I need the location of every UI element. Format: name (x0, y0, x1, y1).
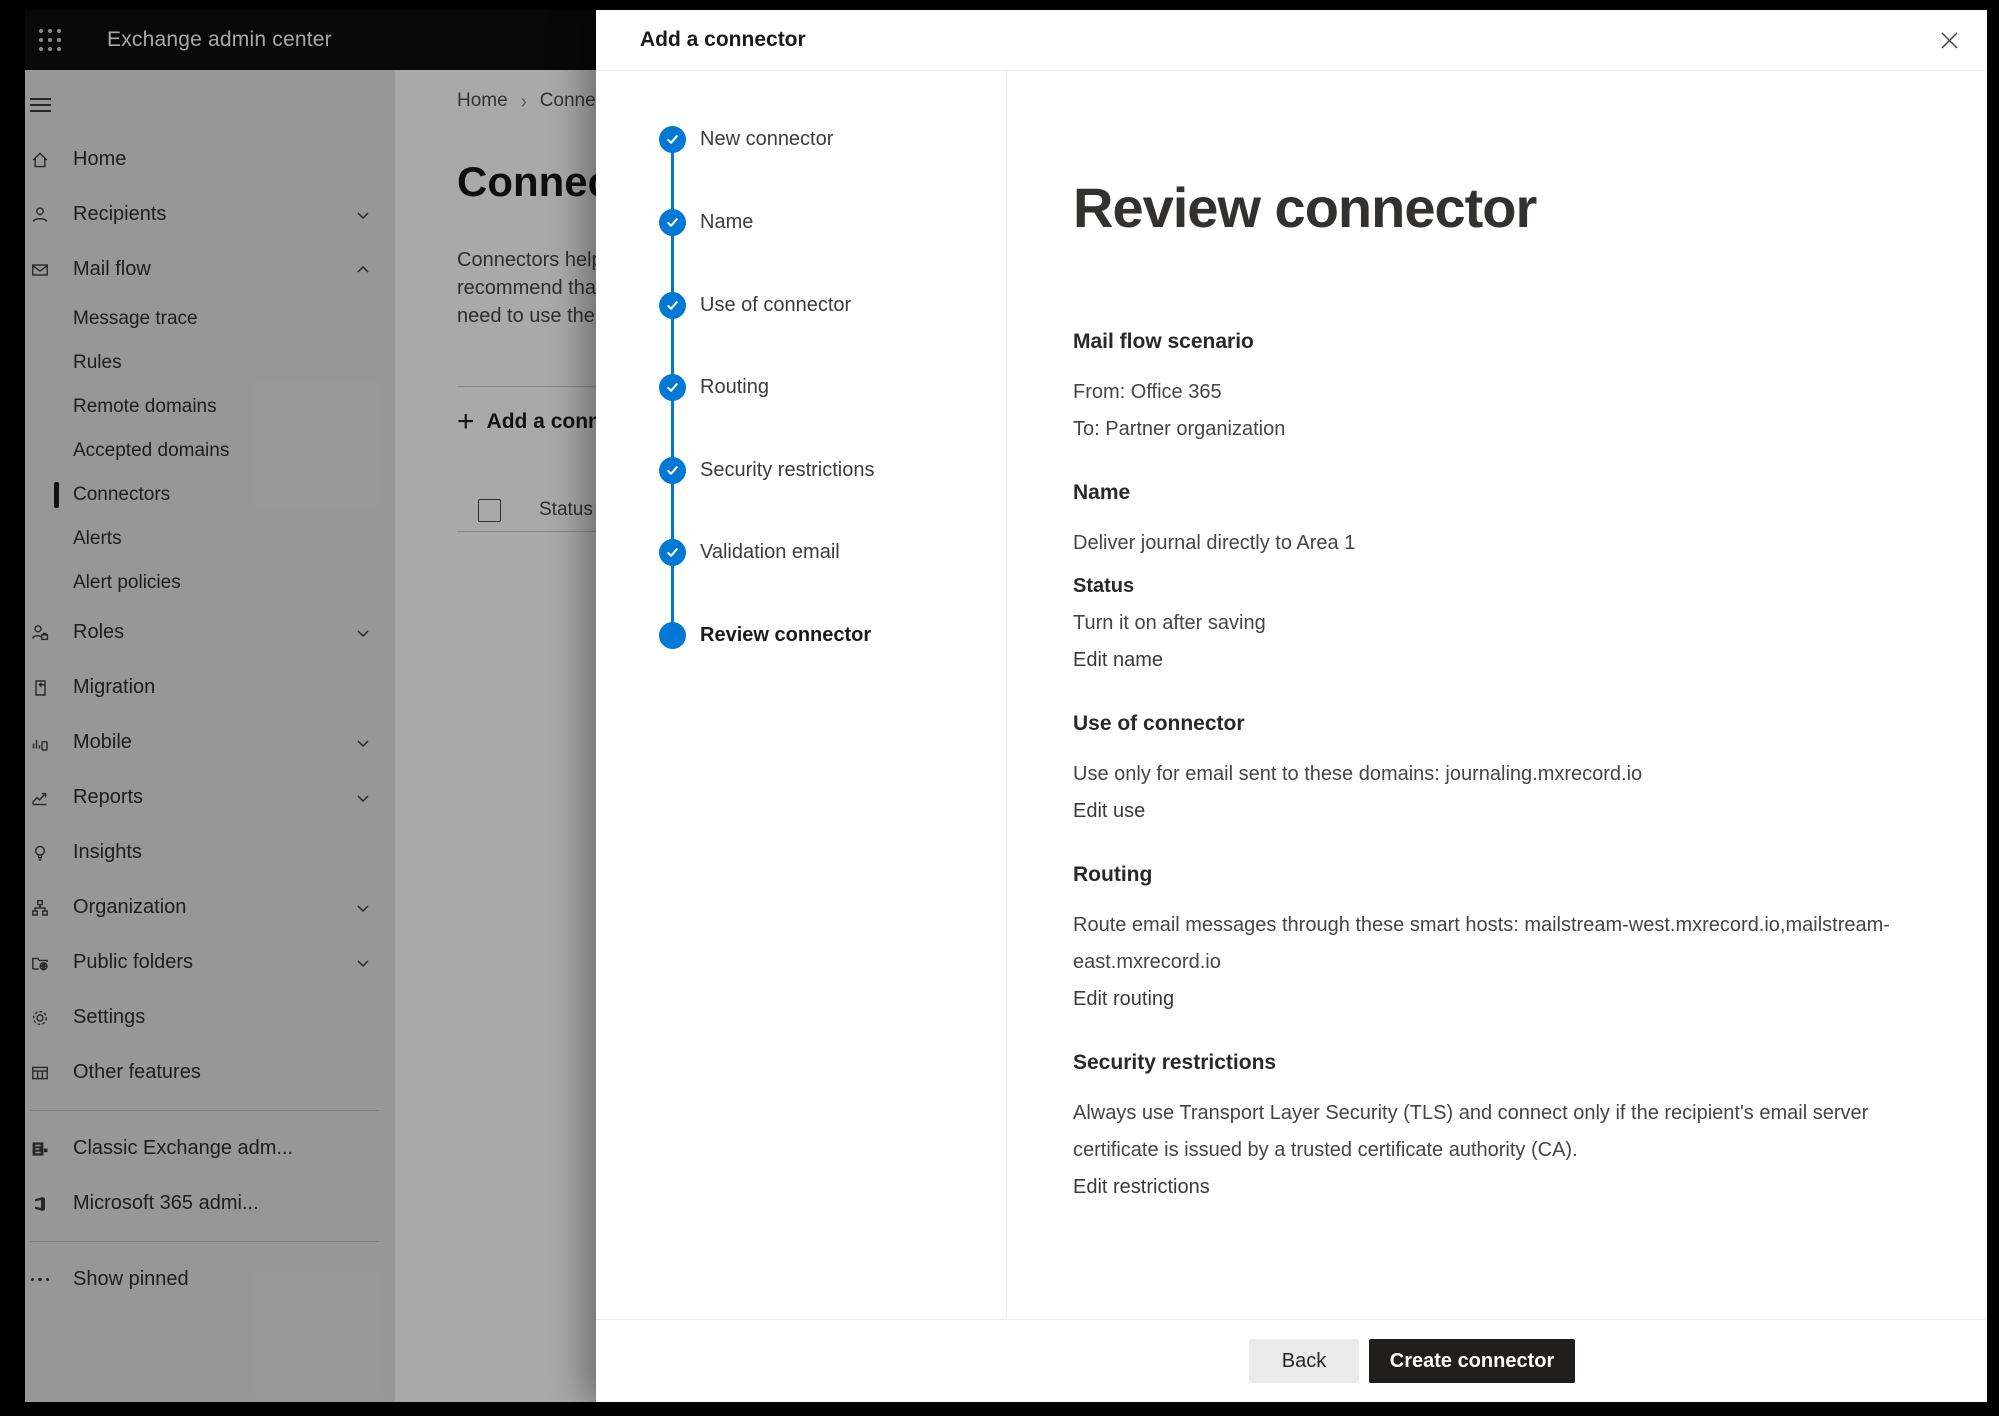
step-security-restrictions[interactable]: Security restrictions (659, 457, 875, 484)
back-button[interactable]: Back (1249, 1339, 1359, 1383)
step-complete-icon (659, 126, 686, 153)
create-connector-button[interactable]: Create connector (1369, 1339, 1575, 1383)
edit-name-link[interactable]: Edit name (1073, 642, 1163, 679)
app-window: Exchange admin center Home Recipients Ma… (25, 10, 1987, 1402)
use-value: Use only for email sent to these domains… (1073, 756, 1943, 793)
mail-flow-from: From: Office 365 (1073, 374, 1943, 411)
review-connector-content: Review connector Mail flow scenario From… (1007, 71, 1987, 1319)
step-complete-icon (659, 209, 686, 236)
mail-flow-to: To: Partner organization (1073, 411, 1943, 448)
panel-footer: Back Create connector (596, 1319, 1987, 1402)
mail-flow-scenario-section: Mail flow scenario From: Office 365 To: … (1073, 328, 1943, 448)
review-heading: Review connector (1073, 175, 1947, 240)
add-connector-panel: Add a connector New connector Name (596, 10, 1987, 1402)
routing-value: Route email messages through these smart… (1073, 907, 1943, 981)
close-button[interactable] (1933, 24, 1965, 56)
section-title: Routing (1073, 861, 1943, 889)
step-review-connector[interactable]: Review connector (659, 622, 871, 649)
edit-restrictions-link[interactable]: Edit restrictions (1073, 1169, 1210, 1206)
step-routing[interactable]: Routing (659, 374, 769, 401)
section-title: Use of connector (1073, 710, 1943, 738)
security-value: Always use Transport Layer Security (TLS… (1073, 1095, 1943, 1169)
section-title: Name (1073, 479, 1943, 507)
step-complete-icon (659, 292, 686, 319)
wizard-stepper: New connector Name Use of connector Rout… (596, 71, 1007, 1319)
edit-use-link[interactable]: Edit use (1073, 793, 1145, 830)
panel-header: Add a connector (596, 10, 1987, 71)
connector-name-value: Deliver journal directly to Area 1 (1073, 525, 1943, 562)
section-title: Mail flow scenario (1073, 328, 1943, 356)
step-new-connector[interactable]: New connector (659, 126, 833, 153)
step-complete-icon (659, 539, 686, 566)
step-validation-email[interactable]: Validation email (659, 539, 840, 566)
status-subtitle: Status (1073, 568, 1943, 605)
name-section: Name Deliver journal directly to Area 1 … (1073, 479, 1943, 679)
step-use-of-connector[interactable]: Use of connector (659, 292, 851, 319)
step-current-icon (659, 622, 686, 649)
security-restrictions-section: Security restrictions Always use Transpo… (1073, 1049, 1943, 1206)
panel-title: Add a connector (640, 28, 806, 52)
step-complete-icon (659, 374, 686, 401)
close-icon (1940, 31, 1959, 50)
edit-routing-link[interactable]: Edit routing (1073, 981, 1174, 1018)
use-of-connector-section: Use of connector Use only for email sent… (1073, 710, 1943, 830)
status-value: Turn it on after saving (1073, 605, 1943, 642)
step-complete-icon (659, 457, 686, 484)
routing-section: Routing Route email messages through the… (1073, 861, 1943, 1018)
section-title: Security restrictions (1073, 1049, 1943, 1077)
step-name[interactable]: Name (659, 209, 753, 236)
